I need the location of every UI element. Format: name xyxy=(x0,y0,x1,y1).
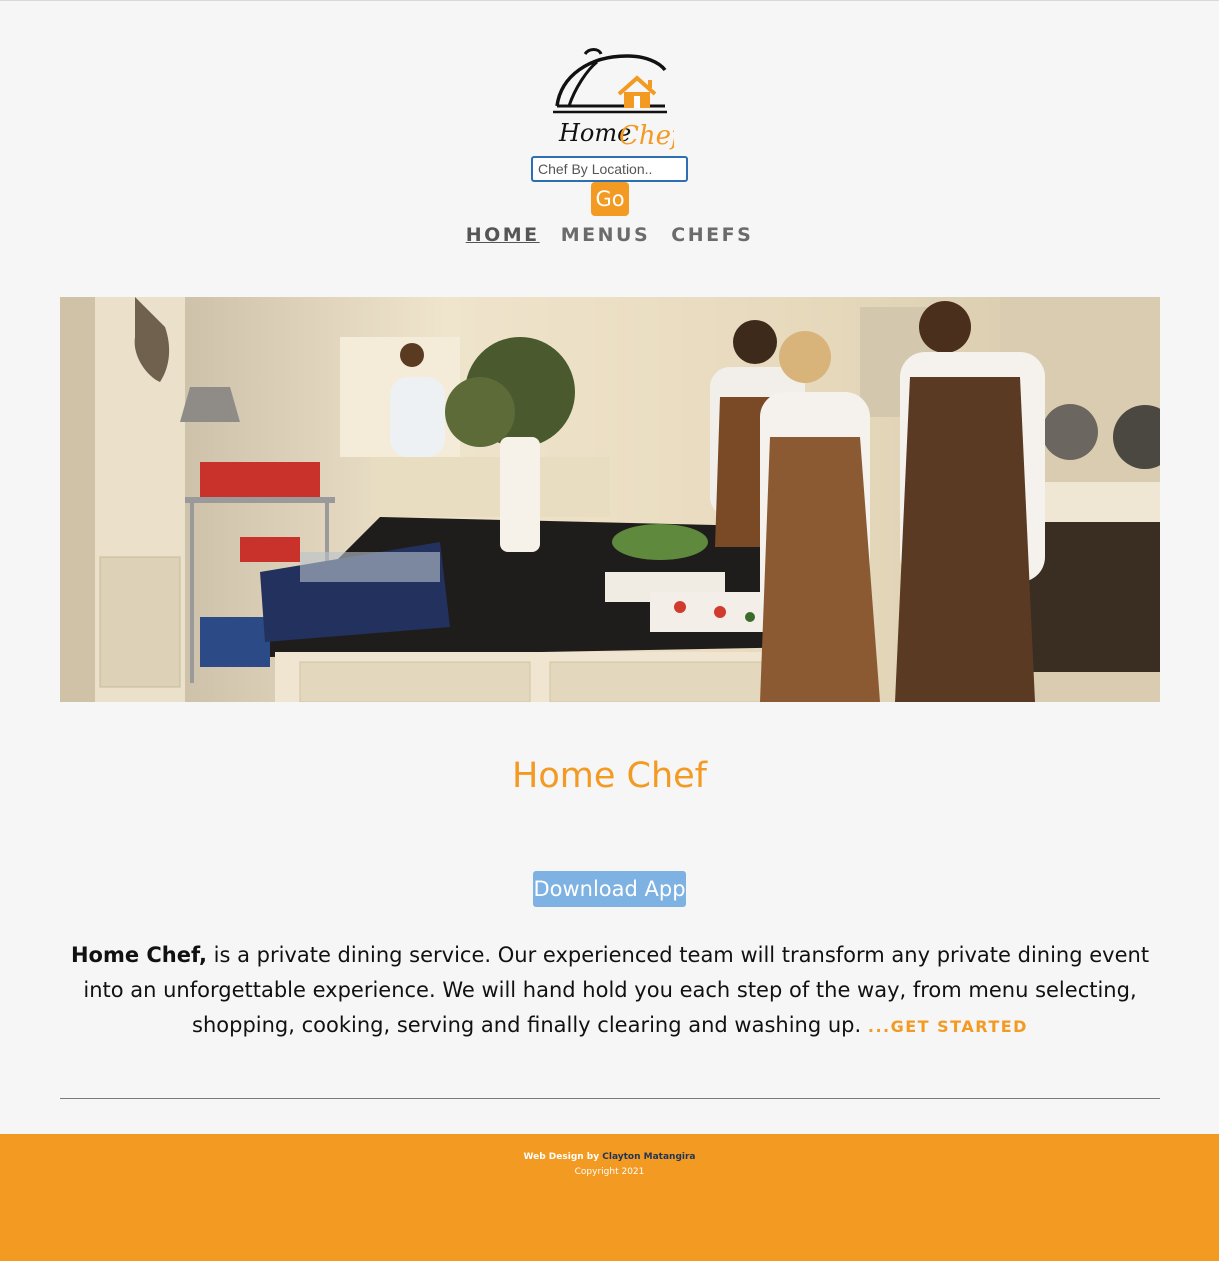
cloche-house-icon: Home Chef xyxy=(553,48,685,151)
intro-paragraph: Home Chef, is a private dining service. … xyxy=(70,938,1150,1044)
nav-item-home[interactable]: HOME xyxy=(466,224,540,246)
credit-prefix: Web Design by xyxy=(523,1152,603,1162)
nav-item-menus[interactable]: MENUS xyxy=(561,224,650,246)
page-title: Home Chef xyxy=(512,756,707,796)
footer: Web Design by Clayton Matangira Copyrigh… xyxy=(0,1134,1219,1261)
download-app-button[interactable]: Download App xyxy=(533,871,686,907)
chef-location-search-input[interactable] xyxy=(531,156,688,182)
go-button[interactable]: Go xyxy=(591,182,629,216)
get-started-link[interactable]: ...GET STARTED xyxy=(868,1017,1028,1036)
footer-credit: Web Design by Clayton Matangira xyxy=(0,1152,1219,1162)
hero-kitchen-photo xyxy=(60,297,1160,702)
intro-brand: Home Chef, xyxy=(70,943,207,967)
content-divider xyxy=(60,1098,1160,1099)
main-nav: HOME MENUS CHEFS xyxy=(0,224,1219,246)
svg-text:Chef: Chef xyxy=(619,121,674,151)
designer-link[interactable]: Clayton Matangira xyxy=(602,1152,695,1162)
top-border xyxy=(0,0,1219,1)
home-chef-logo[interactable]: Home Chef xyxy=(549,48,685,153)
copyright-text: Copyright 2021 xyxy=(574,1167,645,1177)
nav-item-chefs[interactable]: CHEFS xyxy=(671,224,753,246)
